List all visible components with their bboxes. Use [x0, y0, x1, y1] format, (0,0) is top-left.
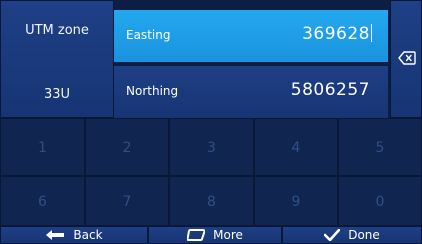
key-2[interactable]: 2 — [85, 118, 169, 176]
utm-zone-field[interactable]: UTM zone 33U — [0, 0, 114, 118]
key-6[interactable]: 6 — [0, 176, 85, 226]
coordinate-entry-screen: UTM zone 33U Easting 369628 Northing 580… — [0, 0, 422, 244]
more-label: More — [213, 228, 243, 242]
text-caret — [371, 24, 372, 42]
utm-zone-value: 33U — [43, 87, 71, 102]
key-1[interactable]: 1 — [0, 118, 85, 176]
backspace-icon — [398, 51, 416, 65]
back-button[interactable]: Back — [0, 226, 148, 244]
northing-field[interactable]: Northing 5806257 — [114, 66, 388, 118]
northing-value: 5806257 — [290, 80, 370, 100]
easting-field[interactable]: Easting 369628 — [114, 10, 388, 62]
utm-zone-label: UTM zone — [25, 23, 89, 38]
arrow-left-icon — [46, 230, 65, 240]
key-3[interactable]: 3 — [169, 118, 254, 176]
backspace-button[interactable] — [390, 0, 422, 118]
back-label: Back — [73, 228, 103, 242]
key-7[interactable]: 7 — [85, 176, 169, 226]
key-9[interactable]: 9 — [254, 176, 338, 226]
key-4[interactable]: 4 — [254, 118, 338, 176]
easting-value: 369628 — [302, 24, 370, 44]
more-button[interactable]: More — [148, 226, 282, 244]
done-button[interactable]: Done — [282, 226, 422, 244]
northing-label: Northing — [126, 84, 179, 98]
more-icon — [187, 229, 206, 241]
key-5[interactable]: 5 — [338, 118, 422, 176]
easting-value-wrap: 369628 — [302, 24, 372, 44]
easting-label: Easting — [126, 28, 171, 42]
key-8[interactable]: 8 — [169, 176, 254, 226]
checkmark-icon — [324, 229, 341, 241]
done-label: Done — [348, 228, 380, 242]
key-0[interactable]: 0 — [338, 176, 422, 226]
